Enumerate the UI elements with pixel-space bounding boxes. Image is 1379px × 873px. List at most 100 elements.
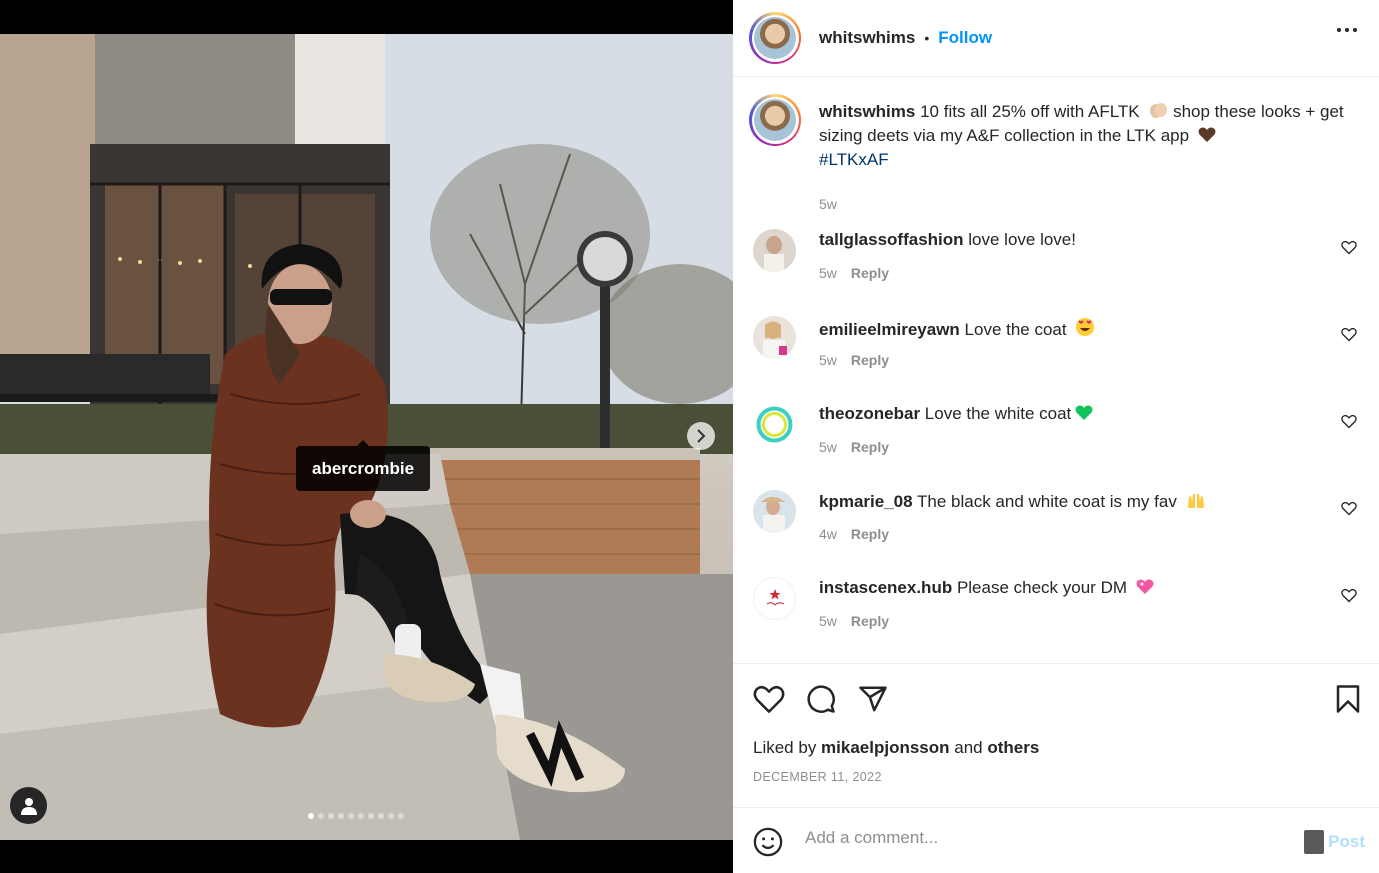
post-caption: whitswhims 10 fits all 25% off with AFLT… — [749, 94, 1344, 212]
next-image-button[interactable] — [687, 422, 715, 450]
comment-body: Love the white coat — [920, 404, 1072, 423]
carousel-dot — [308, 813, 314, 819]
comment-meta: 4w Reply — [819, 526, 889, 542]
caption-hashtag[interactable]: #LTKxAF — [819, 150, 889, 169]
action-icons — [753, 684, 889, 714]
comment-time: 4w — [819, 526, 837, 542]
carousel-dot — [338, 813, 344, 819]
like-comment-heart-icon[interactable] — [1341, 414, 1357, 429]
commenter-avatar[interactable] — [753, 229, 796, 272]
clapping-hands-icon — [1150, 103, 1168, 118]
save-bookmark-icon[interactable] — [1335, 684, 1361, 714]
emoji-picker-icon[interactable] — [753, 827, 783, 857]
like-comment-heart-icon[interactable] — [1341, 501, 1357, 516]
comment-text: emilieelmireyawn Love the coat — [819, 317, 1095, 340]
heart-eyes-emoji-icon — [1076, 318, 1095, 336]
comment-body: The black and white coat is my fav — [912, 492, 1182, 511]
commenter-avatar[interactable] — [753, 403, 796, 446]
comment-meta: 5w Reply — [819, 613, 889, 629]
liked-by-user[interactable]: mikaelpjonsson — [821, 738, 949, 757]
comment-item: theozonebar Love the white coat 5w Reply — [753, 403, 1363, 463]
green-heart-icon — [1075, 405, 1093, 420]
comments-list: whitswhims 10 fits all 25% off with AFLT… — [733, 78, 1379, 663]
comment-meta: 5w Reply — [819, 439, 889, 455]
follow-button[interactable]: Follow — [938, 28, 992, 48]
liked-by-text: Liked by mikaelpjonsson and others — [753, 738, 1039, 758]
liked-by-middle: and — [949, 738, 988, 757]
comment-body: Please check your DM — [952, 578, 1132, 597]
author-username[interactable]: whitswhims — [819, 28, 915, 48]
comment-body: Love the coat — [959, 320, 1072, 339]
more-options-icon[interactable] — [1337, 28, 1357, 32]
reply-button[interactable]: Reply — [851, 439, 889, 455]
author-avatar[interactable] — [749, 12, 801, 64]
post-media: abercrombie — [0, 0, 733, 873]
carousel-dot — [368, 813, 374, 819]
carousel-dot — [328, 813, 334, 819]
comment-meta: 5w Reply — [819, 352, 889, 368]
comment-meta: 5w Reply — [819, 265, 889, 281]
resize-handle[interactable] — [1304, 830, 1324, 854]
comment-icon[interactable] — [805, 684, 837, 714]
reply-button[interactable]: Reply — [851, 265, 889, 281]
comment-input[interactable] — [805, 828, 1285, 848]
like-comment-heart-icon[interactable] — [1341, 588, 1357, 603]
like-comment-heart-icon[interactable] — [1341, 240, 1357, 255]
add-comment-bar: Post — [733, 807, 1379, 873]
carousel-dot — [348, 813, 354, 819]
post-header: whitswhims • Follow — [733, 0, 1379, 77]
commenter-username[interactable]: theozonebar — [819, 404, 920, 423]
liked-by-prefix: Liked by — [753, 738, 822, 757]
comment-item: emilieelmireyawn Love the coat 5w Reply — [753, 316, 1363, 376]
tagged-users-button[interactable] — [10, 787, 47, 824]
post-comment-button[interactable]: Post — [1328, 832, 1365, 852]
photo-illustration — [0, 34, 733, 840]
comment-text: kpmarie_08 The black and white coat is m… — [819, 491, 1206, 512]
carousel-dot — [388, 813, 394, 819]
carousel-dot — [358, 813, 364, 819]
comment-item: instascenex.hub Please check your DM 5w R… — [753, 577, 1363, 637]
post-actions: Liked by mikaelpjonsson and others DECEM… — [733, 663, 1379, 807]
sparkling-heart-icon — [1136, 579, 1154, 594]
carousel-dots — [308, 813, 404, 819]
post-details-panel: whitswhims • Follow whitswhims 10 fits a… — [733, 0, 1379, 873]
header-separator: • — [924, 30, 930, 46]
post-photo[interactable] — [0, 34, 733, 840]
brown-heart-icon — [1198, 127, 1216, 142]
commenter-username[interactable]: emilieelmireyawn — [819, 320, 960, 339]
caption-time: 5w — [819, 196, 837, 212]
comment-body: love love love! — [963, 230, 1076, 249]
post-date: DECEMBER 11, 2022 — [753, 770, 882, 784]
carousel-dot — [318, 813, 324, 819]
chevron-right-icon — [697, 429, 706, 443]
reply-button[interactable]: Reply — [851, 613, 889, 629]
commenter-username[interactable]: kpmarie_08 — [819, 492, 913, 511]
comment-text: instascenex.hub Please check your DM — [819, 578, 1154, 598]
share-send-icon[interactable] — [857, 684, 889, 714]
product-tag-label[interactable]: abercrombie — [296, 440, 431, 491]
caption-text: whitswhims 10 fits all 25% off with AFLT… — [819, 100, 1349, 172]
like-heart-icon[interactable] — [753, 684, 785, 714]
user-icon — [20, 797, 37, 815]
commenter-avatar[interactable] — [753, 316, 796, 359]
commenter-username[interactable]: instascenex.hub — [819, 578, 952, 597]
like-comment-heart-icon[interactable] — [1341, 327, 1357, 342]
comment-text: theozonebar Love the white coat — [819, 404, 1093, 424]
comment-time: 5w — [819, 613, 837, 629]
comment-time: 5w — [819, 439, 837, 455]
comment-item: tallglassoffashion love love love! 5w Rep… — [753, 229, 1363, 289]
commenter-avatar[interactable] — [753, 490, 796, 533]
commenter-avatar[interactable] — [753, 577, 796, 620]
carousel-dot — [378, 813, 384, 819]
commenter-username[interactable]: tallglassoffashion — [819, 230, 964, 249]
caption-author-avatar[interactable] — [749, 94, 801, 146]
reply-button[interactable]: Reply — [851, 352, 889, 368]
raised-hands-icon — [1187, 494, 1204, 508]
reply-button[interactable]: Reply — [851, 526, 889, 542]
comment-time: 5w — [819, 352, 837, 368]
liked-by-others[interactable]: others — [987, 738, 1039, 757]
caption-username[interactable]: whitswhims — [819, 102, 915, 121]
comment-text: tallglassoffashion love love love! — [819, 230, 1076, 250]
comment-time: 5w — [819, 265, 837, 281]
carousel-dot — [398, 813, 404, 819]
